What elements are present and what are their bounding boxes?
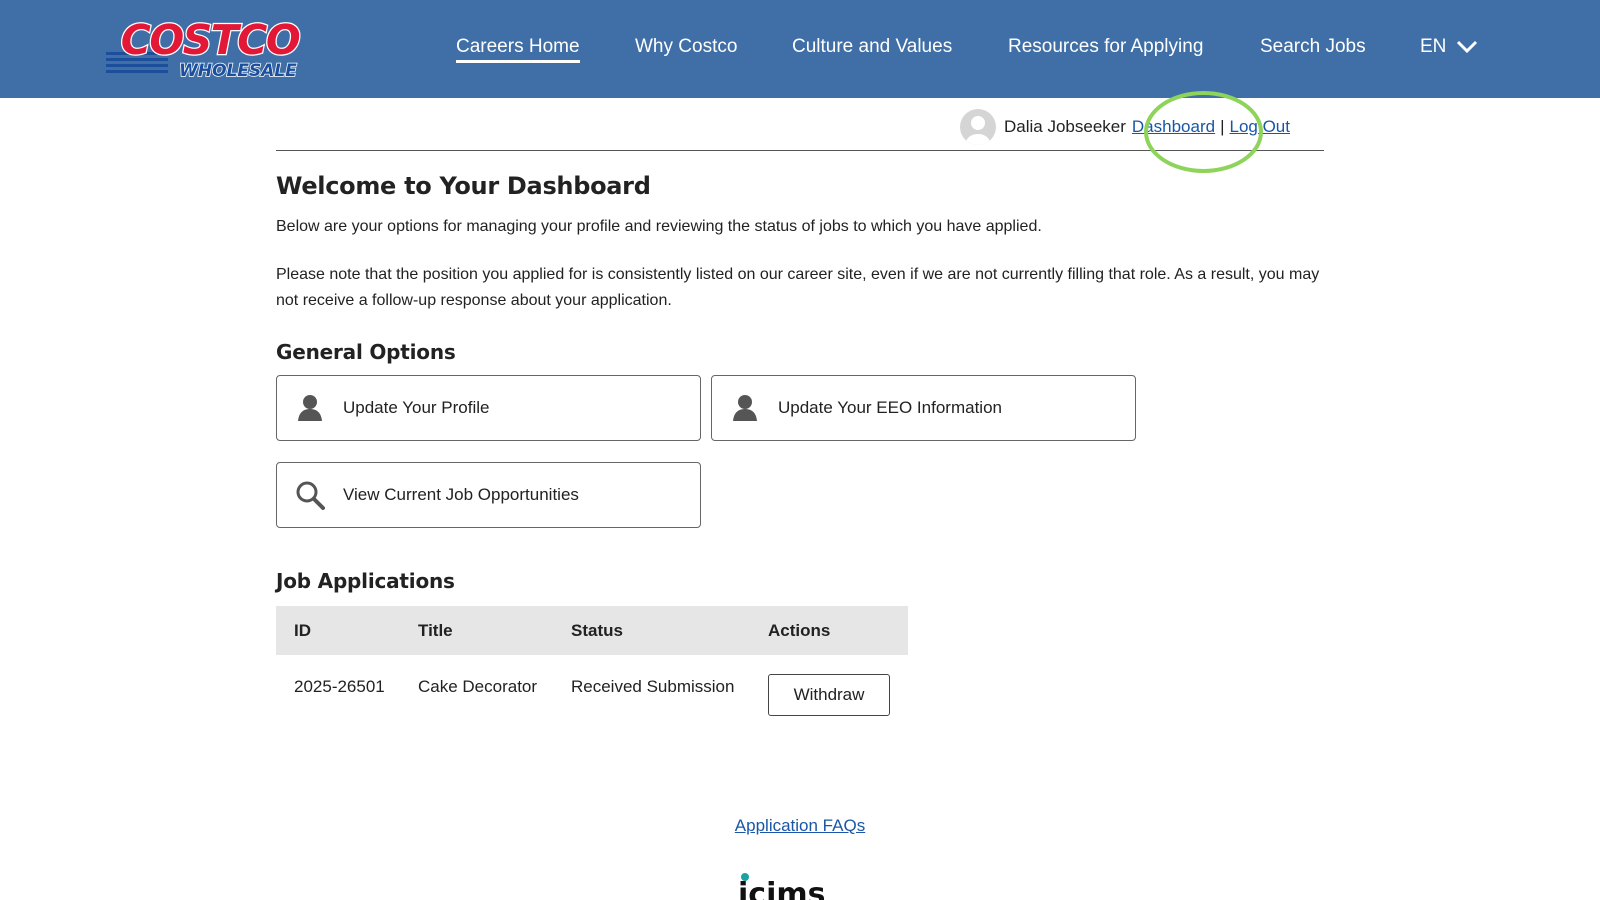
dashboard-content: Welcome to Your Dashboard Below are your… [276, 172, 1326, 314]
column-title: Title [418, 621, 453, 640]
avatar [960, 109, 996, 145]
column-actions: Actions [768, 621, 831, 640]
general-options-heading: General Options [276, 340, 456, 364]
svg-text:WHOLESALE: WHOLESALE [179, 61, 297, 80]
logout-link[interactable]: Log Out [1230, 117, 1291, 137]
language-selector[interactable]: EN [1420, 36, 1478, 58]
costco-wholesale-logo[interactable]: COSTCO WHOLESALE [106, 16, 316, 80]
column-status: Status [571, 621, 623, 640]
nav-culture-and-values[interactable]: Culture and Values [792, 36, 952, 58]
language-label: EN [1420, 36, 1447, 57]
update-eeo-label: Update Your EEO Information [778, 398, 1002, 417]
application-id: 2025-26501 [294, 677, 385, 696]
user-bar: Dalia Jobseeker Dashboard | Log Out [276, 104, 1324, 151]
note-text: Please note that the position you applie… [276, 266, 1320, 309]
nav-why-costco[interactable]: Why Costco [635, 36, 737, 58]
nav-search-jobs[interactable]: Search Jobs [1260, 36, 1366, 58]
column-id: ID [294, 621, 311, 640]
application-faqs-link[interactable]: Application FAQs [735, 816, 865, 835]
table-header: ID Title Status Actions [276, 606, 908, 655]
table-row: 2025-26501 Cake Decorator Received Submi… [276, 655, 908, 735]
person-icon [295, 393, 325, 423]
person-icon [730, 393, 760, 423]
update-profile-label: Update Your Profile [343, 398, 490, 417]
user-avatar-icon [966, 116, 990, 145]
footer-faq: Application FAQs [0, 816, 1600, 836]
withdraw-button[interactable]: Withdraw [768, 674, 890, 716]
job-applications-heading: Job Applications [276, 569, 455, 593]
intro-text: Below are your options for managing your… [276, 218, 1042, 235]
page-title: Welcome to Your Dashboard [276, 172, 651, 200]
nav-resources-for-applying[interactable]: Resources for Applying [1008, 36, 1203, 58]
view-jobs-label: View Current Job Opportunities [343, 485, 579, 504]
icims-logo: icims [738, 873, 825, 900]
svg-text:COSTCO: COSTCO [121, 16, 300, 64]
user-menu: Dalia Jobseeker Dashboard | Log Out [960, 104, 1290, 150]
update-profile-button[interactable]: Update Your Profile [276, 375, 701, 441]
search-icon [295, 480, 325, 510]
chevron-down-icon [1457, 40, 1478, 54]
svg-text:icims: icims [738, 877, 825, 900]
user-name: Dalia Jobseeker [1004, 117, 1126, 136]
dashboard-link[interactable]: Dashboard [1132, 117, 1215, 137]
separator: | [1220, 117, 1225, 136]
application-status: Received Submission [571, 677, 735, 696]
job-applications-table: ID Title Status Actions 2025-26501 Cake … [276, 606, 908, 735]
application-title: Cake Decorator [418, 677, 538, 696]
view-job-opportunities-button[interactable]: View Current Job Opportunities [276, 462, 701, 528]
nav-careers-home[interactable]: Careers Home [456, 36, 580, 63]
update-eeo-button[interactable]: Update Your EEO Information [711, 375, 1136, 441]
top-navigation-bar: COSTCO WHOLESALE Careers Home Why Costco… [0, 0, 1600, 98]
